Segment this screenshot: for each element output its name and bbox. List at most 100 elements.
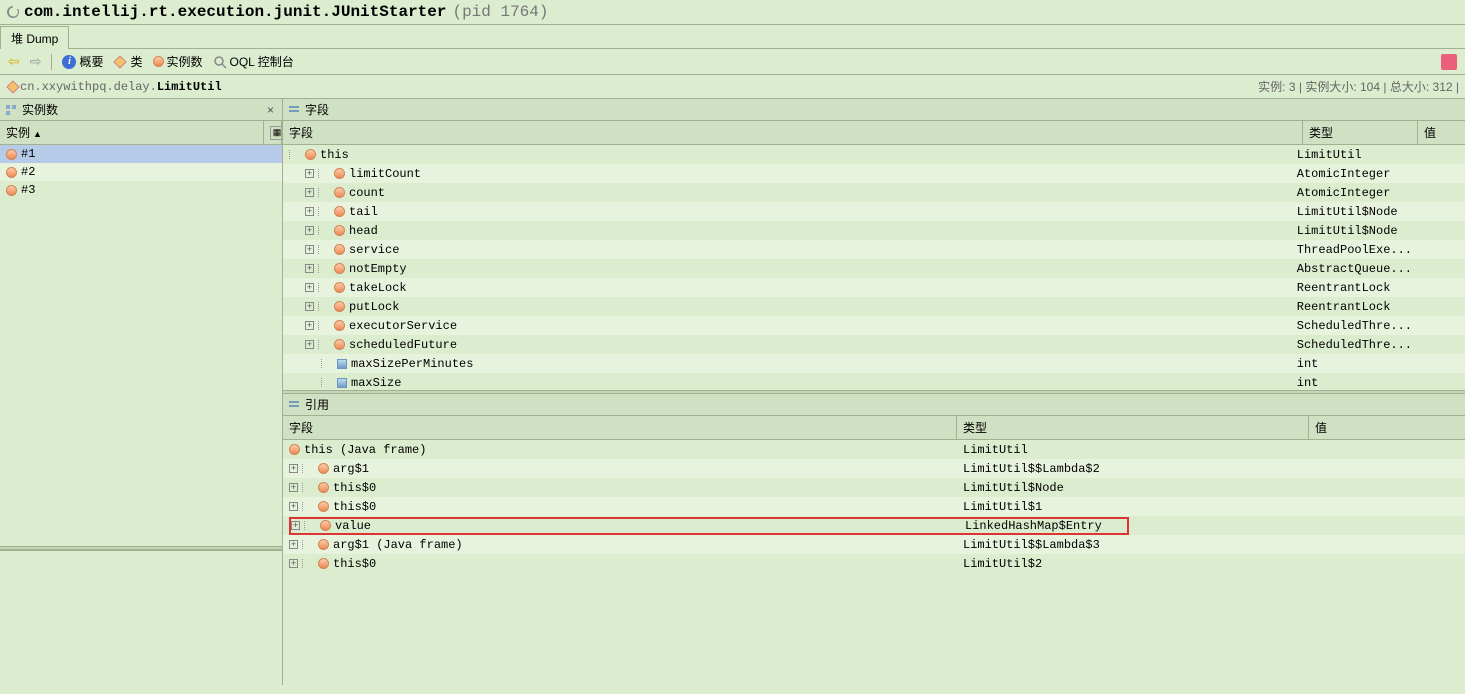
expand-icon[interactable]: + (305, 226, 314, 235)
expand-icon[interactable]: + (305, 169, 314, 178)
instances-header: 实例▲ ▦ (0, 121, 282, 145)
ref-row[interactable]: +this$0LimitUtil$1 (283, 497, 1465, 516)
col-handle[interactable]: ▦ (264, 121, 282, 144)
fields-columns: 字段 类型 值 (283, 121, 1465, 145)
instance-icon (6, 167, 17, 178)
expand-icon[interactable]: + (305, 188, 314, 197)
panel-title: 字段 (305, 101, 329, 118)
col-instance[interactable]: 实例▲ (0, 121, 264, 144)
toggle-instances[interactable]: 实例数 (149, 51, 207, 72)
field-row[interactable]: + scheduledFutureScheduledThre... (283, 335, 1465, 354)
field-row[interactable]: + limitCountAtomicInteger (283, 164, 1465, 183)
expand-icon[interactable]: + (289, 502, 298, 511)
field-row[interactable]: + serviceThreadPoolExe... (283, 240, 1465, 259)
panel-header-refs: 引用 (283, 394, 1465, 416)
close-button[interactable]: × (263, 103, 278, 117)
expand-icon[interactable]: + (291, 521, 300, 530)
field-row[interactable]: + headLimitUtil$Node (283, 221, 1465, 240)
field-obj-icon (334, 282, 345, 293)
ref-icon (318, 558, 329, 569)
title-text: com.intellij.rt.execution.junit.JUnitSta… (24, 3, 446, 21)
field-obj-icon (334, 301, 345, 312)
ref-row[interactable]: + arg$1 LimitUtil$$Lambda$2 (283, 459, 1465, 478)
toggle-classes[interactable]: 类 (109, 51, 146, 72)
ref-type: LimitUtil$$Lambda$3 (963, 538, 1100, 552)
toggle-overview[interactable]: i 概要 (58, 51, 107, 72)
ref-row[interactable]: +this$0LimitUtil$2 (283, 554, 1465, 573)
nav-forward-button[interactable]: ⇨ (26, 51, 46, 72)
instance-row[interactable]: #3 (0, 181, 282, 199)
field-type: AbstractQueue... (1297, 262, 1412, 276)
field-row[interactable]: + notEmptyAbstractQueue... (283, 259, 1465, 278)
expand-icon[interactable]: + (305, 302, 314, 311)
field-row[interactable]: + putLockReentrantLock (283, 297, 1465, 316)
expand-icon[interactable]: + (305, 264, 314, 273)
field-row[interactable]: + countAtomicInteger (283, 183, 1465, 202)
field-row[interactable]: maxSizeint (283, 373, 1465, 390)
col-value[interactable]: 值 (1418, 121, 1465, 144)
ref-row[interactable]: +arg$1 (Java frame)LimitUtil$$Lambda$3 (283, 535, 1465, 554)
separator (51, 54, 52, 70)
arrow-left-icon: ⇦ (8, 53, 20, 70)
instance-row[interactable]: #2 (0, 163, 282, 181)
col-value[interactable]: 值 (1309, 416, 1465, 439)
field-row[interactable]: + tailLimitUtil$Node (283, 202, 1465, 221)
panel-title: 引用 (305, 396, 329, 413)
col-type[interactable]: 类型 (957, 416, 1309, 439)
ref-icon (318, 501, 329, 512)
field-row[interactable]: maxSizePerMinutesint (283, 354, 1465, 373)
breadcrumb: cn.xxywithpq.delay.LimitUtil 实例: 3 | 实例大… (0, 75, 1465, 99)
left-bottom-panel (0, 550, 282, 685)
instance-row[interactable]: #1 (0, 145, 282, 163)
toggle-oql[interactable]: OQL 控制台 (209, 51, 298, 72)
nav-back-button[interactable]: ⇦ (4, 51, 24, 72)
field-type: int (1297, 376, 1319, 390)
stats: 实例: 3 | 实例大小: 104 | 总大小: 312 | (1258, 78, 1459, 95)
field-type: int (1297, 357, 1319, 371)
fields-table[interactable]: thisLimitUtil+ limitCountAtomicInteger+ … (283, 145, 1465, 390)
window-titlebar: com.intellij.rt.execution.junit.JUnitSta… (0, 0, 1465, 25)
expand-icon[interactable]: + (289, 464, 298, 473)
field-row[interactable]: this LimitUtil (283, 145, 1465, 164)
diamond-icon (6, 80, 20, 94)
field-prim-icon (337, 378, 347, 388)
instance-label: #3 (21, 183, 35, 197)
ref-name: this (Java frame) (304, 443, 426, 457)
field-name: executorService (349, 319, 457, 333)
field-name: service (349, 243, 399, 257)
expand-icon[interactable]: + (305, 340, 314, 349)
toggle-oql-label: OQL 控制台 (230, 53, 294, 70)
field-row[interactable]: + executorServiceScheduledThre... (283, 316, 1465, 335)
ref-type: LimitUtil$$Lambda$2 (963, 462, 1100, 476)
tab-heap-dump[interactable]: 堆 Dump (0, 26, 69, 49)
refs-table[interactable]: this (Java frame)LimitUtil + arg$1 LimitUti… (283, 440, 1465, 573)
ref-row[interactable]: +this$0LimitUtil$Node (283, 478, 1465, 497)
field-name: this (320, 148, 349, 162)
panel-title: 实例数 (22, 101, 58, 118)
fields-icon (287, 103, 301, 117)
sort-asc-icon: ▲ (33, 129, 42, 139)
col-field[interactable]: 字段 (283, 416, 957, 439)
expand-icon[interactable]: + (305, 245, 314, 254)
expand-icon[interactable]: + (305, 207, 314, 216)
expand-icon[interactable]: + (289, 559, 298, 568)
field-obj-icon (334, 187, 345, 198)
col-type[interactable]: 类型 (1303, 121, 1418, 144)
field-name: tail (349, 205, 378, 219)
brand-button[interactable] (1437, 52, 1461, 72)
ref-name: arg$1 (333, 462, 369, 476)
ref-row[interactable]: +valueLinkedHashMap$Entry (283, 516, 1465, 535)
field-obj-icon (334, 263, 345, 274)
field-row[interactable]: + takeLockReentrantLock (283, 278, 1465, 297)
expand-icon[interactable]: + (305, 283, 314, 292)
field-obj-icon (334, 320, 345, 331)
ref-row[interactable]: this (Java frame)LimitUtil (283, 440, 1465, 459)
ref-name: this$0 (333, 557, 376, 571)
expand-icon[interactable]: + (305, 321, 314, 330)
col-field[interactable]: 字段 (283, 121, 1303, 144)
field-type: LimitUtil (1297, 148, 1362, 162)
expand-icon[interactable]: + (289, 483, 298, 492)
expand-icon[interactable]: + (289, 540, 298, 549)
magnify-icon (213, 55, 227, 69)
instances-list[interactable]: #1#2 #3 (0, 145, 282, 546)
